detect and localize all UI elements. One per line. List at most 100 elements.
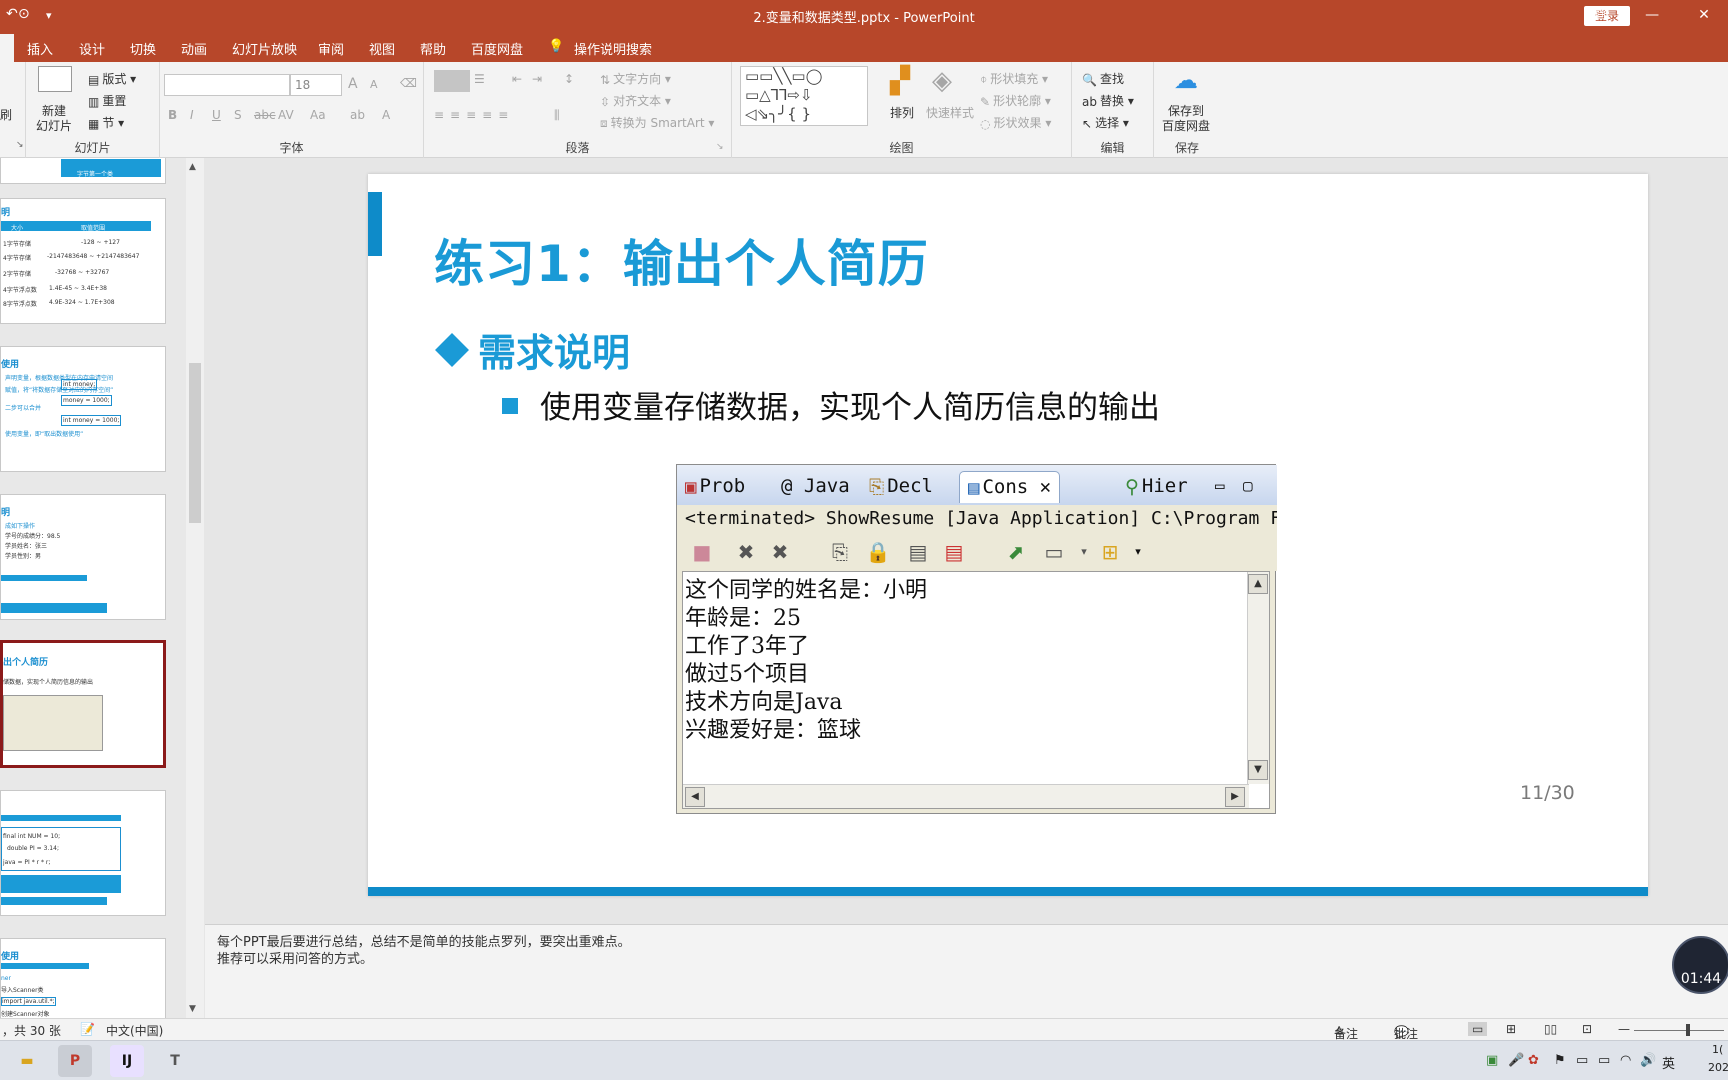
slide-thumbnail[interactable]: 明 大小 取值范围 1字节存储 -128 ~ +127 4字节存储 -21474… — [0, 198, 166, 324]
tab-slideshow[interactable]: 幻灯片放映 — [232, 39, 297, 58]
microphone-icon[interactable]: 🎤 — [1508, 1053, 1524, 1068]
slide-sorter-icon[interactable]: ⊞ — [1506, 1022, 1516, 1036]
scroll-down-icon[interactable]: ▼ — [189, 1004, 196, 1014]
format-painter-button[interactable]: 刷 — [0, 106, 12, 123]
shapes-gallery[interactable]: ▭▭╲╲▭◯ ▭△⅂⅂⇨⇩ ◁⇘╮╯{ } — [740, 66, 868, 126]
slide-thumbnails-panel[interactable]: 字节第一个类 明 大小 取值范围 1字节存储 -128 ~ +127 4字节存储… — [0, 158, 188, 1018]
tab-home[interactable] — [0, 34, 14, 62]
bold-button[interactable]: B — [168, 108, 177, 122]
nvidia-tray-icon[interactable]: ▣ — [1486, 1053, 1498, 1068]
slide-thumbnail-selected[interactable]: 出个人简历 储数据，实现个人简历信息的输出 — [0, 640, 166, 768]
close-button[interactable]: ✕ — [1680, 0, 1728, 32]
underline-button[interactable]: U — [212, 108, 221, 122]
slide-canvas[interactable]: 练习1：输出个人简历 需求说明 使用变量存储数据，实现个人简历信息的输出 ▣ Pr… — [368, 174, 1648, 896]
tab-view[interactable]: 视图 — [369, 39, 395, 58]
zoom-out-button[interactable]: — — [1618, 1022, 1630, 1036]
shrink-font-button[interactable]: A — [370, 78, 378, 91]
new-slide-button[interactable]: 新建 幻灯片 — [36, 104, 72, 134]
clock-time[interactable]: 1( — [1712, 1043, 1723, 1056]
tab-transitions[interactable]: 切换 — [130, 39, 156, 58]
battery-icon[interactable]: ▭ — [1598, 1053, 1610, 1068]
quick-styles-button[interactable]: 快速样式 — [926, 104, 974, 121]
ribbon-display-options-icon[interactable]: ⧉ — [1576, 0, 1624, 32]
tab-help[interactable]: 帮助 — [420, 39, 446, 58]
eclipse-console-screenshot[interactable]: ▣ Prob @ Java ⎘ Decl ▤ Cons ✕ ⚲ Hier ▭ ▢ <te… — [676, 464, 1277, 814]
volume-icon[interactable]: 🔊 — [1640, 1053, 1656, 1068]
layout-button[interactable]: ▤ 版式 ▾ — [88, 70, 136, 87]
language-indicator[interactable]: 中文(中国) — [106, 1022, 163, 1039]
slide-title[interactable]: 练习1：输出个人简历 — [434, 224, 929, 296]
spellcheck-icon[interactable]: 📝 — [80, 1022, 95, 1036]
highlight-icon[interactable]: ab — [350, 108, 365, 122]
scrollbar-thumb[interactable] — [189, 363, 201, 523]
decrease-indent-icon[interactable]: ⇤ — [512, 72, 522, 86]
slide-thumbnail[interactable]: 字节第一个类 — [0, 158, 166, 184]
tab-baidu-netdisk[interactable]: 百度网盘 — [471, 39, 523, 58]
bullets-icon[interactable] — [434, 70, 470, 92]
tab-insert[interactable]: 插入 — [27, 39, 53, 58]
shape-outline-button[interactable]: ✎ 形状轮廓 ▾ — [980, 92, 1051, 109]
align-text-button[interactable]: ⇳ 对齐文本 ▾ — [600, 92, 671, 109]
slide-thumbnail[interactable]: final int NUM = 10; double PI = 3.14; ja… — [0, 790, 166, 916]
strikethrough-button[interactable]: abc — [254, 108, 276, 122]
alignment-icons[interactable]: ≡≡≡≡≡ — [434, 108, 514, 122]
tab-design[interactable]: 设计 — [79, 39, 105, 58]
tell-me-search[interactable]: 操作说明搜索 — [574, 39, 652, 58]
increase-indent-icon[interactable]: ⇥ — [532, 72, 542, 86]
new-slide-icon[interactable] — [38, 66, 72, 92]
tab-animations[interactable]: 动画 — [181, 39, 207, 58]
italic-button[interactable]: I — [190, 108, 194, 122]
powerpoint-taskbar-icon[interactable]: P — [58, 1045, 92, 1077]
intellij-taskbar-icon[interactable]: IJ — [110, 1045, 144, 1077]
character-spacing-button[interactable]: AV — [278, 108, 294, 122]
change-case-button[interactable]: Aa — [310, 108, 326, 122]
tab-review[interactable]: 审阅 — [318, 39, 344, 58]
font-color-icon[interactable]: A — [382, 108, 390, 122]
slide-thumbnail[interactable]: 使用 声明变量，根据数据类型在内存申请空间 赋值，将“将数据存储至对应的内存空间… — [0, 346, 166, 472]
shape-effects-button[interactable]: ◌ 形状效果 ▾ — [980, 114, 1051, 131]
zoom-slider-thumb[interactable] — [1686, 1024, 1690, 1036]
arrange-icon[interactable]: ▞ — [890, 66, 910, 96]
recording-timer-badge[interactable]: 01:44 — [1672, 936, 1728, 994]
recorder-tray-icon[interactable]: ✿ — [1528, 1053, 1539, 1068]
replace-button[interactable]: ab 替换 ▾ — [1082, 92, 1134, 109]
reading-view-icon[interactable]: ▯▯ — [1544, 1022, 1557, 1036]
file-explorer-icon[interactable]: ▬ — [10, 1045, 44, 1077]
shadow-button[interactable]: S — [234, 108, 242, 122]
text-direction-button[interactable]: ⇅ 文字方向 ▾ — [600, 70, 671, 87]
line-spacing-icon[interactable]: ↕ — [564, 72, 574, 86]
find-button[interactable]: 🔍 查找 — [1082, 70, 1124, 87]
slide-subtitle[interactable]: 需求说明 — [435, 322, 630, 377]
thumbnail-scrollbar[interactable]: ▲ ▼ — [186, 158, 204, 1018]
columns-icon[interactable]: ⫼ — [554, 108, 560, 123]
section-button[interactable]: ▦ 节 ▾ — [88, 114, 124, 131]
clock-date[interactable]: 202 — [1708, 1061, 1728, 1074]
speaker-notes[interactable]: 每个PPT最后要进行总结，总结不是简单的技能点罗列，要突出重难点。 推荐可以采用… — [205, 924, 1728, 1018]
grow-font-button[interactable]: A — [348, 76, 358, 92]
tray-icon[interactable]: ⚑ — [1554, 1053, 1566, 1068]
convert-smartart-button[interactable]: ⧈ 转换为 SmartArt ▾ — [600, 114, 714, 131]
typora-taskbar-icon[interactable]: T — [158, 1045, 192, 1077]
display-tray-icon[interactable]: ▭ — [1576, 1053, 1588, 1068]
minimize-button[interactable]: — — [1628, 0, 1676, 32]
numbering-icon[interactable]: ☰ — [474, 72, 485, 86]
normal-view-icon[interactable]: ▭ — [1468, 1022, 1488, 1036]
baidu-cloud-icon[interactable]: ☁ — [1174, 66, 1198, 94]
select-button[interactable]: ↖ 选择 ▾ — [1082, 114, 1129, 131]
input-method-indicator[interactable]: 英 — [1662, 1053, 1675, 1072]
slideshow-view-icon[interactable]: ⊡ — [1582, 1022, 1592, 1036]
scroll-up-icon[interactable]: ▲ — [189, 162, 196, 172]
slide-bullet-text[interactable]: 使用变量存储数据，实现个人简历信息的输出 — [502, 382, 1160, 427]
slide-thumbnail[interactable]: 明 成如下操作 学号的成绩分：98.5 学员姓名：张三 学员性别：男 — [0, 494, 166, 620]
quick-styles-icon[interactable]: ◈ — [932, 66, 952, 96]
zoom-slider[interactable] — [1634, 1030, 1724, 1031]
font-size-box[interactable]: 18 — [290, 74, 342, 96]
save-to-baidu-button[interactable]: 保存到 百度网盘 — [1162, 104, 1210, 134]
font-name-box[interactable] — [164, 74, 290, 96]
clear-format-icon[interactable]: ⌫ — [400, 76, 417, 90]
arrange-button[interactable]: 排列 — [890, 104, 914, 121]
shape-fill-button[interactable]: ⌽ 形状填充 ▾ — [980, 70, 1048, 87]
slide-thumbnail[interactable]: 使用 ner 导入Scanner类 import java.util.*; 创建… — [0, 938, 166, 1018]
wifi-icon[interactable]: ◠ — [1620, 1053, 1631, 1068]
dialog-launcher-icon[interactable]: ↘ — [16, 140, 24, 150]
